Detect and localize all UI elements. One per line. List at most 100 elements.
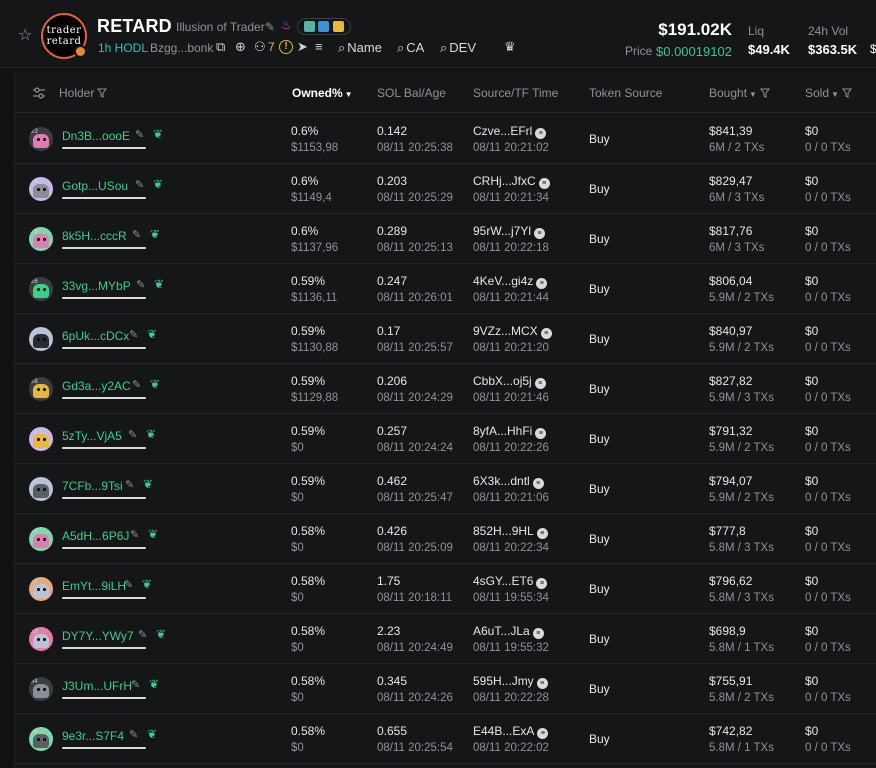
edit-label-icon[interactable]: ✎ — [124, 578, 133, 591]
table-row[interactable]: 34 J3Um...UFrH ✎ ❦ 0.58% $0 0.345 08/11 20:24:2… — [15, 664, 876, 714]
owned-usd: $0 — [291, 542, 304, 554]
col-bought[interactable]: Bought ▼ — [709, 86, 770, 100]
funding-source[interactable]: 9VZz...MCX ≡ — [473, 324, 552, 339]
owned-percent: 0.59% — [291, 474, 326, 488]
edit-label-icon[interactable]: ✎ — [135, 128, 144, 141]
edit-label-icon[interactable]: ✎ — [138, 628, 147, 641]
table-row[interactable]: 27 6pUk...cDCx ✎ ❦ 0.59% $1130,88 0.17 08/11 20… — [15, 314, 876, 364]
avatar-eye — [37, 238, 40, 241]
table-row[interactable]: 31 A5dH...6P6J ✎ ❦ 0.58% $0 0.426 08/11 20:25:0… — [15, 514, 876, 564]
funding-source[interactable]: 4KeV...gi4z ≡ — [473, 274, 548, 289]
search-name-link[interactable]: ⌕ Name — [338, 40, 382, 56]
edit-name-icon[interactable]: ✎ — [265, 20, 275, 34]
edit-label-icon[interactable]: ✎ — [129, 328, 138, 341]
holder-avatar: 35 — [29, 727, 53, 751]
table-row[interactable]: 26 33vg...MYbP ✎ ❦ 0.59% $1136,11 0.247 08/11 2… — [15, 264, 876, 314]
copy-icon[interactable]: ⧉ — [216, 40, 225, 54]
funding-source[interactable]: 4sGY...ET6 ≡ — [473, 574, 548, 589]
col-token-source[interactable]: Token Source — [589, 86, 662, 100]
funding-source-address: 8yfA...HhFi — [473, 424, 533, 438]
holder-address[interactable]: A5dH...6P6J — [62, 529, 129, 543]
holders-table: Holder Owned% ▼ SOL Bal/Age Source/TF Tim… — [14, 73, 876, 768]
funding-source[interactable]: 8yfA...HhFi ≡ — [473, 424, 547, 439]
filter-icon[interactable] — [841, 88, 852, 98]
crown-icon[interactable]: ♛ — [504, 40, 516, 54]
holder-address[interactable]: 5zTy...VjA5 — [62, 429, 122, 443]
holder-address[interactable]: EmYt...9iLH — [62, 579, 126, 593]
edit-label-icon[interactable]: ✎ — [130, 528, 139, 541]
owned-usd: $0 — [291, 592, 304, 604]
telegram-icon[interactable]: ➤ — [297, 40, 308, 54]
holder-address[interactable]: 33vg...MYbP — [62, 279, 131, 293]
search-dev-link[interactable]: ⌕ DEV — [440, 40, 476, 56]
filter-icon[interactable] — [97, 88, 108, 98]
table-row[interactable]: 32 EmYt...9iLH ✎ ❦ 0.58% $0 1.75 08/11 20:18:11… — [15, 564, 876, 614]
sold-amount-txs: 0 / 0 TXs — [805, 692, 851, 704]
table-row[interactable]: 29 5zTy...VjA5 ✎ ❦ 0.59% $0 0.257 08/11 20:24:2… — [15, 414, 876, 464]
funding-source[interactable]: 6X3k...dntl ≡ — [473, 474, 544, 489]
table-row[interactable]: 23 Dn3B...oooE ✎ ❦ 0.6% $1153,98 0.142 08/11 20… — [15, 114, 876, 164]
bought-amount-txs: 6M / 2 TXs — [709, 142, 765, 154]
funding-source[interactable]: CbbX...oj5j ≡ — [473, 374, 546, 389]
edit-label-icon[interactable]: ✎ — [129, 728, 138, 741]
holding-progress-bar — [62, 697, 146, 699]
edit-label-icon[interactable]: ✎ — [132, 228, 141, 241]
holder-address[interactable]: 7CFb...9Tsi — [62, 479, 123, 493]
column-settings-icon[interactable] — [32, 86, 46, 100]
edit-label-icon[interactable]: ✎ — [131, 678, 140, 691]
table-row[interactable]: 35 9e3r...S7F4 ✎ ❦ 0.58% $0 0.655 08/11 20:25:5… — [15, 714, 876, 764]
funding-source[interactable]: CRHj...JfxC ≡ — [473, 174, 550, 189]
avatar-face — [33, 534, 49, 548]
warning-icon[interactable]: ! — [279, 40, 293, 54]
holder-address[interactable]: 9e3r...S7F4 — [62, 729, 124, 743]
holder-address[interactable]: 6pUk...cDCx — [62, 329, 129, 343]
funding-source[interactable]: 852H...9HL ≡ — [473, 524, 548, 539]
table-row[interactable]: 28 Gd3a...y2AC ✎ ❦ 0.59% $1129,88 0.206 08/11 2… — [15, 364, 876, 414]
col-sold[interactable]: Sold ▼ — [805, 86, 852, 100]
funding-source[interactable]: 595H...Jmy ≡ — [473, 674, 548, 689]
filter-icon[interactable] — [759, 88, 770, 98]
edit-label-icon[interactable]: ✎ — [125, 478, 134, 491]
col-source[interactable]: Source/TF Time — [473, 86, 558, 100]
table-row[interactable]: 30 7CFb...9Tsi ✎ ❦ 0.59% $0 0.462 08/11 20:25:4… — [15, 464, 876, 514]
edit-label-icon[interactable]: ✎ — [128, 428, 137, 441]
avatar-eye — [37, 288, 40, 291]
market-cap: $191.02K — [658, 20, 732, 39]
edit-label-icon[interactable]: ✎ — [136, 278, 145, 291]
table-row[interactable]: 25 8k5H...cccR ✎ ❦ 0.6% $1137,96 0.289 08/11 20… — [15, 214, 876, 264]
holding-progress-bar — [62, 497, 146, 499]
menu-circle-icon[interactable]: ≡ — [315, 40, 323, 54]
col-owned[interactable]: Owned% ▼ — [292, 86, 353, 100]
hodl-timeframe[interactable]: 1h HODL — [98, 41, 148, 55]
holder-address[interactable]: DY7Y...YWy7 — [62, 629, 134, 643]
funding-source[interactable]: 95rW...j7Yl ≡ — [473, 224, 546, 239]
social-badges[interactable] — [297, 18, 351, 35]
holder-address[interactable]: J3Um...UFrH — [62, 679, 132, 693]
funding-time: 08/11 20:21:46 — [473, 392, 549, 404]
funding-source[interactable]: Czve...EFrl ≡ — [473, 124, 547, 139]
holder-address[interactable]: 8k5H...cccR — [62, 229, 127, 243]
holder-address[interactable]: Gotp...USou — [62, 179, 128, 193]
edit-label-icon[interactable]: ✎ — [132, 378, 141, 391]
search-ca-link[interactable]: ⌕ CA — [397, 40, 424, 56]
funding-source[interactable]: A6uT...JLa ≡ — [473, 624, 544, 639]
holder-address[interactable]: Gd3a...y2AC — [62, 379, 131, 393]
col-holder[interactable]: Holder — [59, 86, 108, 100]
sold-amount-txs: 0 / 0 TXs — [805, 192, 851, 204]
owned-percent: 0.58% — [291, 524, 326, 538]
table-row[interactable]: 33 DY7Y...YWy7 ✎ ❦ 0.58% $0 2.23 08/11 20:24:49… — [15, 614, 876, 664]
owned-percent: 0.6% — [291, 224, 319, 238]
globe-icon[interactable]: ⊕ — [235, 40, 246, 54]
source-menu-icon: ≡ — [538, 178, 550, 189]
sol-balance: 0.142 — [377, 124, 408, 138]
table-row[interactable]: 24 Gotp...USou ✎ ❦ 0.6% $1149,4 0.203 08/11 20:… — [15, 164, 876, 214]
owned-percent: 0.58% — [291, 674, 326, 688]
avatar-eye — [43, 488, 46, 491]
col-sol-bal[interactable]: SOL Bal/Age — [377, 86, 446, 100]
holder-address[interactable]: Dn3B...oooE — [62, 129, 130, 143]
funding-source[interactable]: E44B...ExA ≡ — [473, 724, 549, 739]
wallet-age: 08/11 20:25:54 — [377, 742, 453, 754]
funding-source-address: CRHj...JfxC — [473, 174, 536, 188]
favorite-star-icon[interactable]: ☆ — [18, 28, 34, 44]
edit-label-icon[interactable]: ✎ — [135, 178, 144, 191]
